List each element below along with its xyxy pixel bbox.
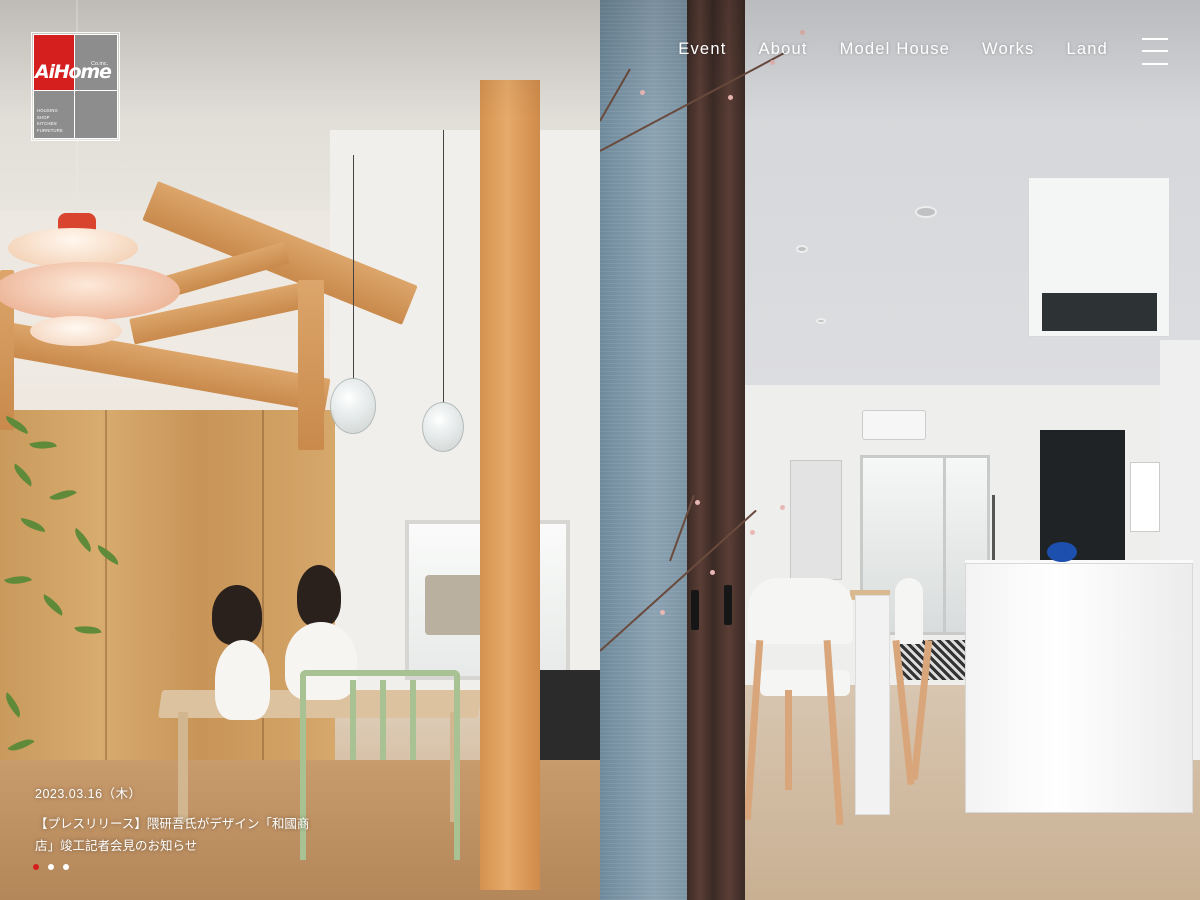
- global-nav: Event About Model House Works Land: [646, 40, 1108, 64]
- logo-tags: HOUSING SHOP KITCHEN FURNITURE: [37, 108, 63, 133]
- slider-dot-2[interactable]: [48, 864, 54, 870]
- logo-coinc: Co.inc.: [91, 61, 109, 67]
- hamburger-icon[interactable]: [1142, 37, 1168, 67]
- news-date: 2023.03.16（木）: [35, 787, 142, 801]
- hero-photo-right: [600, 0, 1200, 900]
- news-link[interactable]: 【プレスリリース】隈研吾氏がデザイン「和國商店」竣工記者会見のお知らせ: [35, 813, 325, 857]
- nav-item-model-house[interactable]: Model House: [840, 40, 950, 64]
- slider-dot-3[interactable]: [63, 864, 69, 870]
- brand-logo[interactable]: AiHome Co.inc. HOUSING SHOP KITCHEN FURN…: [31, 32, 120, 141]
- nav-item-event[interactable]: Event: [678, 40, 726, 64]
- nav-item-works[interactable]: Works: [982, 40, 1034, 64]
- slider-dot-1[interactable]: [33, 864, 39, 870]
- slider-pagination: [33, 864, 69, 870]
- news-ticker: 2023.03.16（木） 【プレスリリース】隈研吾氏がデザイン「和國商店」竣工…: [35, 783, 325, 857]
- hero-slideshow: [0, 0, 1200, 900]
- nav-item-land[interactable]: Land: [1066, 40, 1108, 64]
- nav-item-about[interactable]: About: [758, 40, 807, 64]
